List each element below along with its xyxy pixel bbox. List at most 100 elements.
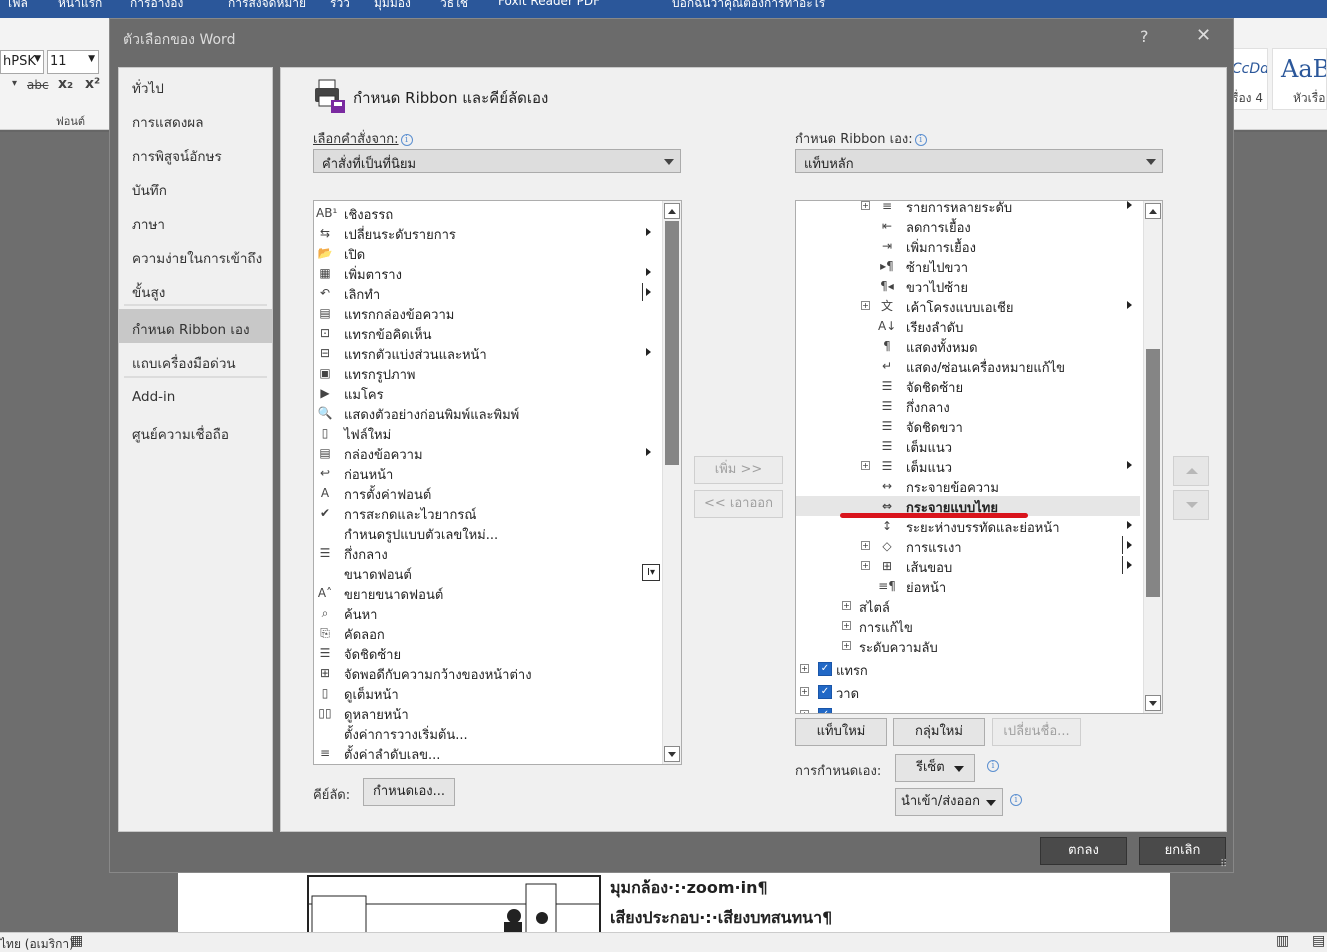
- chevron-down-icon[interactable]: ▾: [12, 78, 17, 89]
- expand-icon[interactable]: +: [842, 621, 851, 630]
- new-group-button[interactable]: กลุ่มใหม่: [893, 718, 985, 746]
- tree-item[interactable]: ¶ แสดงทั้งหมด: [796, 336, 1140, 356]
- command-item[interactable]: ☰ กึ่งกลาง: [316, 543, 662, 563]
- nav-general[interactable]: ทั่วไป: [119, 68, 272, 102]
- checkbox[interactable]: ✓: [818, 708, 832, 713]
- command-item[interactable]: ⊞ จัดพอดีกับความกว้างของหน้าต่าง: [316, 663, 662, 683]
- choose-commands-dropdown[interactable]: คำสั่งที่เป็นที่นิยม: [313, 149, 681, 173]
- print-layout-icon[interactable]: ▤: [1312, 933, 1325, 949]
- expand-icon[interactable]: +: [842, 601, 851, 610]
- scroll-thumb[interactable]: [665, 221, 679, 465]
- tab-view[interactable]: มุมมอง: [374, 0, 411, 13]
- customize-shortcuts-button[interactable]: กำหนดเอง...: [363, 778, 455, 806]
- expand-icon[interactable]: +: [842, 641, 851, 650]
- command-item[interactable]: ▯ ไฟล์ใหม่: [316, 423, 662, 443]
- tab-mailings[interactable]: การส่งจดหมาย: [228, 0, 306, 13]
- tell-me-box[interactable]: บอกฉันว่าคุณต้องการทำอะไร: [672, 0, 825, 13]
- command-item[interactable]: 📂 เปิด: [316, 243, 662, 263]
- tree-item[interactable]: ☰ เต็มแนว: [796, 436, 1140, 456]
- command-item[interactable]: ▣ แทรกรูปภาพ: [316, 363, 662, 383]
- tree-item[interactable]: ☰ จัดชิดขวา: [796, 416, 1140, 436]
- tree-item[interactable]: + ระดับความลับ: [796, 636, 1140, 656]
- tab-file[interactable]: ไฟล์: [6, 0, 28, 13]
- scroll-up-button[interactable]: [664, 203, 680, 219]
- tree-item[interactable]: + ≡ รายการหลายระดับ: [796, 201, 1140, 216]
- tree-item[interactable]: + ☰ เต็มแนว: [796, 456, 1140, 476]
- tree-item[interactable]: ⇥ เพิ่มการเยื้อง: [796, 236, 1140, 256]
- tab-references[interactable]: การอ้างอิง: [130, 0, 183, 13]
- expand-icon[interactable]: +: [800, 710, 809, 713]
- new-tab-button[interactable]: แท็บใหม่: [795, 718, 887, 746]
- tab-review[interactable]: รีวิว: [330, 0, 350, 13]
- command-item[interactable]: ▤ แทรกกล่องข้อความ: [316, 303, 662, 323]
- read-mode-icon[interactable]: ▥: [1276, 933, 1289, 949]
- command-item[interactable]: ✔ การสะกดและไวยากรณ์: [316, 503, 662, 523]
- tree-item[interactable]: ↔ กระจายข้อความ: [796, 476, 1140, 496]
- command-item[interactable]: ↩ ก่อนหน้า: [316, 463, 662, 483]
- scroll-up-button[interactable]: [1145, 203, 1161, 219]
- tree-item[interactable]: ☰ จัดชิดซ้าย: [796, 376, 1140, 396]
- nav-proofing[interactable]: การพิสูจน์อักษร: [119, 136, 272, 170]
- nav-language[interactable]: ภาษา: [119, 204, 272, 238]
- command-item[interactable]: AB¹ เชิงอรรถ: [316, 203, 662, 223]
- scroll-thumb[interactable]: [1146, 349, 1160, 597]
- subscript-button[interactable]: x₂: [58, 76, 73, 92]
- customize-ribbon-dropdown[interactable]: แท็บหลัก: [795, 149, 1163, 173]
- command-item[interactable]: ▯▯ ดูหลายหน้า: [316, 703, 662, 723]
- command-item[interactable]: A˄ ขยายขนาดฟอนต์: [316, 583, 662, 603]
- tree-item[interactable]: ▸¶ ซ้ายไปขวา: [796, 256, 1140, 276]
- command-item[interactable]: ⌕ ค้นหา: [316, 603, 662, 623]
- strikethrough-button[interactable]: abc: [27, 78, 49, 92]
- nav-advanced[interactable]: ขั้นสูง: [119, 272, 272, 306]
- scroll-down-button[interactable]: [1145, 695, 1161, 711]
- tree-item[interactable]: + ✓ วาด: [796, 682, 1140, 702]
- style-heading[interactable]: AaB หัวเรื่อง: [1272, 48, 1327, 110]
- ok-button[interactable]: ตกลง: [1040, 837, 1127, 865]
- style-heading4[interactable]: AaBbCcDd หัวเรื่อง 4: [1228, 48, 1268, 110]
- tree-item[interactable]: + ✓ ออกแบบ: [796, 705, 1140, 713]
- ribbon-tree[interactable]: + ≡ รายการหลายระดับ ⇤ ลดการเยื้อง ⇥ เพิ่มการเย…: [795, 200, 1163, 714]
- nav-quick-access-toolbar[interactable]: แถบเครื่องมือด่วน: [119, 343, 272, 377]
- commands-scrollbar[interactable]: [662, 201, 681, 764]
- cancel-button[interactable]: ยกเลิก: [1139, 837, 1226, 865]
- tree-item[interactable]: + ⊞ เส้นขอบ: [796, 556, 1140, 576]
- nav-add-ins[interactable]: Add-in: [119, 380, 272, 414]
- font-name-box[interactable]: hPSK ▼: [0, 50, 44, 74]
- expand-icon[interactable]: +: [800, 664, 809, 673]
- font-size-box[interactable]: 11 ▼: [47, 50, 99, 74]
- tree-item[interactable]: ☰ กึ่งกลาง: [796, 396, 1140, 416]
- tree-item[interactable]: ↵ แสดง/ซ่อนเครื่องหมายแก้ไข: [796, 356, 1140, 376]
- import-export-button[interactable]: นำเข้า/ส่งออก: [895, 788, 1003, 816]
- tree-item[interactable]: + สไตล์: [796, 596, 1140, 616]
- command-item[interactable]: ☰ จัดชิดซ้าย: [316, 643, 662, 663]
- help-button[interactable]: ?: [1140, 27, 1149, 46]
- tree-item[interactable]: ↕ ระยะห่างบรรทัดและย่อหน้า: [796, 516, 1140, 536]
- tree-scrollbar[interactable]: [1143, 201, 1162, 713]
- tree-item[interactable]: + ✓ แทรก: [796, 659, 1140, 679]
- checkbox[interactable]: ✓: [818, 662, 832, 676]
- tree-item[interactable]: ≡¶ ย่อหน้า: [796, 576, 1140, 596]
- command-item[interactable]: ↶ เลิกทำ: [316, 283, 662, 303]
- expand-icon[interactable]: +: [861, 461, 870, 470]
- command-item[interactable]: 🔍 แสดงตัวอย่างก่อนพิมพ์และพิมพ์: [316, 403, 662, 423]
- command-item[interactable]: ขนาดฟอนต์ I▾: [316, 563, 662, 583]
- superscript-button[interactable]: x²: [85, 76, 100, 92]
- nav-customize-ribbon[interactable]: กำหนด Ribbon เอง: [119, 309, 272, 343]
- command-item[interactable]: ตั้งค่าการวางเริ่มต้น...: [316, 723, 662, 743]
- command-item[interactable]: ▤ กล่องข้อความ: [316, 443, 662, 463]
- nav-save[interactable]: บันทึก: [119, 170, 272, 204]
- reset-button[interactable]: รีเซ็ต: [895, 754, 975, 782]
- tab-foxit[interactable]: Foxit Reader PDF: [498, 0, 600, 8]
- remove-button[interactable]: << เอาออก: [694, 490, 783, 518]
- checkbox[interactable]: ✓: [818, 685, 832, 699]
- tree-item[interactable]: + การแก้ไข: [796, 616, 1140, 636]
- move-down-button[interactable]: [1173, 490, 1209, 520]
- commands-list[interactable]: AB¹ เชิงอรรถ ⇆ เปลี่ยนระดับรายการ 📂 เปิด ▦ เพิ่…: [313, 200, 682, 765]
- command-item[interactable]: ⊟ แทรกตัวแบ่งส่วนและหน้า: [316, 343, 662, 363]
- command-item[interactable]: ⊡ แทรกข้อคิดเห็น: [316, 323, 662, 343]
- expand-icon[interactable]: +: [861, 541, 870, 550]
- tree-item[interactable]: ¶◂ ขวาไปซ้าย: [796, 276, 1140, 296]
- tab-help[interactable]: วิธีใช้: [440, 0, 468, 13]
- command-item[interactable]: ▦ เพิ่มตาราง: [316, 263, 662, 283]
- tab-home[interactable]: หน้าแรก: [58, 0, 102, 13]
